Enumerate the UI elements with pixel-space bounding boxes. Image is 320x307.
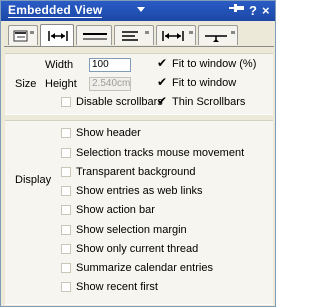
checkbox-label: Fit to window [172, 77, 237, 89]
height-label: Height [45, 78, 77, 90]
properties-icon [13, 30, 34, 42]
size-section-label: Size [15, 78, 37, 90]
tab-border[interactable] [76, 25, 112, 45]
height-input[interactable]: 2.540cm [89, 77, 131, 91]
display-section-label: Display [15, 174, 52, 186]
checkbox-label: Transparent background [76, 166, 196, 178]
checkbox-label: Thin Scrollbars [172, 96, 246, 108]
title-bar[interactable]: Embedded View ? × [1, 1, 275, 21]
checkmark-icon: ✔ [157, 56, 168, 70]
stretch-icon [162, 31, 193, 41]
checkbox-label: Fit to window (%) [172, 58, 257, 70]
tab-strip [4, 24, 274, 47]
size-section: Size Width 100 Height 2.540cm ✔ Fit to w… [5, 53, 273, 115]
pin-icon[interactable] [229, 3, 245, 19]
width-label: Width [45, 59, 74, 71]
tab-margin[interactable] [198, 25, 238, 45]
width-input[interactable]: 100 [89, 58, 131, 72]
tab-text[interactable] [114, 25, 154, 45]
checkbox-label: Show selection margin [76, 224, 187, 236]
embedded-view-properties-panel: Embedded View ? × Size Width 100 Height … [0, 0, 276, 307]
close-icon[interactable]: × [262, 3, 270, 19]
tab-size[interactable] [156, 25, 196, 45]
checkbox-label: Selection tracks mouse movement [76, 147, 245, 159]
checkbox-label: Show only current thread [76, 243, 199, 255]
checkmark-icon: ✔ [157, 94, 168, 108]
checkbox-label: Show recent first [76, 281, 158, 293]
width-arrows-icon [48, 31, 68, 41]
checkbox-label: Show action bar [76, 204, 155, 216]
checkmark-icon: ✔ [157, 75, 168, 89]
checkbox-label: Show header [76, 127, 141, 139]
border-lines-icon [83, 33, 107, 40]
checkbox-label: Show entries as web links [76, 185, 203, 197]
panel-title[interactable]: Embedded View [8, 4, 103, 18]
title-dropdown-icon[interactable] [137, 7, 145, 12]
help-icon[interactable]: ? [249, 3, 257, 19]
tab-width[interactable] [40, 24, 74, 46]
paragraph-icon [122, 31, 149, 41]
tab-basics[interactable] [8, 25, 38, 45]
checkbox-label: Disable scrollbars [76, 96, 163, 108]
display-section: Display Show header Selection tracks mou… [5, 120, 273, 305]
margin-icon [205, 31, 235, 42]
checkbox-label: Summarize calendar entries [76, 262, 213, 274]
tab-divider [4, 46, 274, 47]
